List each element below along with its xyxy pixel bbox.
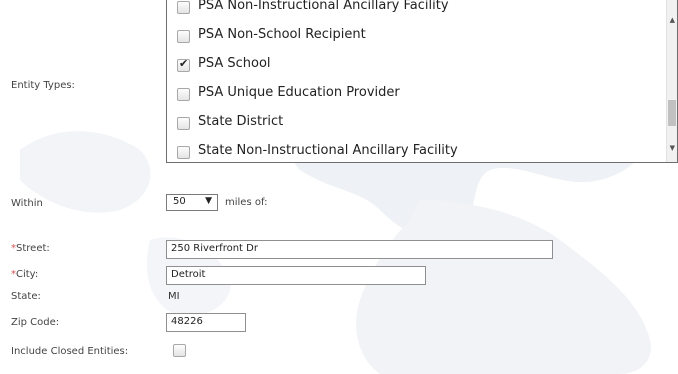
entity-type-label: PSA Non-School Recipient: [198, 27, 366, 42]
chevron-down-icon: ▼: [205, 196, 212, 206]
entity-type-label: PSA Unique Education Provider: [198, 85, 400, 100]
entity-type-checkbox[interactable]: [177, 30, 190, 43]
entity-type-label: PSA Non-Instructional Ancillary Facility: [198, 0, 449, 13]
check-icon: ✔: [179, 57, 189, 70]
entity-type-label: PSA School: [198, 56, 271, 71]
entity-type-option[interactable]: State Non-Instructional Ancillary Facili…: [167, 141, 666, 162]
state-value: MI: [168, 291, 180, 302]
state-label: State:: [11, 291, 41, 302]
entity-type-option[interactable]: State District: [167, 112, 666, 141]
zip-label: Zip Code:: [11, 317, 60, 328]
entity-type-checkbox[interactable]: [177, 1, 190, 14]
street-input[interactable]: 250 Riverfront Dr: [166, 240, 553, 259]
listbox-scrollbar[interactable]: ▲ ▼: [666, 0, 677, 162]
include-closed-label: Include Closed Entities:: [11, 346, 129, 357]
miles-select-value: 50: [173, 196, 186, 207]
entity-type-checkbox[interactable]: ✔: [177, 57, 190, 72]
entity-type-option[interactable]: PSA Non-Instructional Ancillary Facility: [167, 0, 666, 25]
entity-types-listbox[interactable]: PSA Non-Instructional Ancillary Facility…: [166, 0, 678, 163]
entity-type-checkbox[interactable]: [177, 146, 190, 159]
miles-select[interactable]: 50 ▼: [166, 194, 218, 211]
entity-type-option[interactable]: PSA Non-School Recipient: [167, 25, 666, 54]
entity-type-checkbox[interactable]: [177, 88, 190, 101]
entity-type-option[interactable]: PSA Unique Education Provider: [167, 83, 666, 112]
entity-type-label: State Non-Instructional Ancillary Facili…: [198, 143, 458, 158]
within-label: Within: [11, 198, 43, 209]
city-input[interactable]: Detroit: [166, 266, 426, 285]
scroll-thumb[interactable]: [668, 100, 676, 126]
entity-types-label: Entity Types:: [11, 80, 75, 91]
street-label: *Street:: [11, 243, 50, 254]
zip-input[interactable]: 48226: [166, 313, 246, 332]
include-closed-checkbox[interactable]: [173, 344, 186, 357]
city-label: *City:: [11, 269, 39, 280]
entity-type-checkbox[interactable]: [177, 117, 190, 130]
entity-type-option[interactable]: ✔ PSA School: [167, 54, 666, 83]
scroll-down-arrow-icon[interactable]: ▼: [670, 144, 675, 152]
miles-of-label: miles of:: [225, 197, 268, 208]
entity-type-label: State District: [198, 114, 284, 129]
scroll-up-arrow-icon[interactable]: ▲: [670, 16, 675, 24]
